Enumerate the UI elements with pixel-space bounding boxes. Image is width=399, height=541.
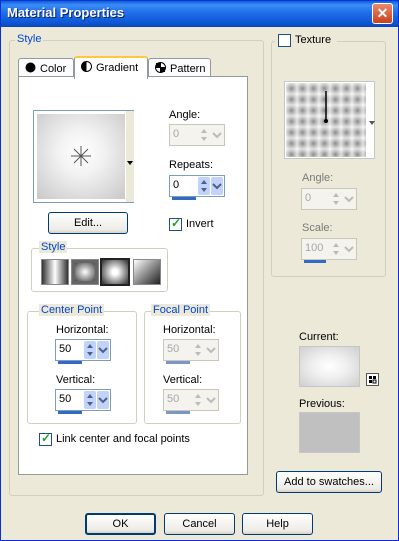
- texture-scale-dropdown-icon[interactable]: [343, 240, 355, 258]
- link-points-checkbox[interactable]: ✓: [39, 431, 52, 446]
- center-horizontal-arrows-icon[interactable]: [84, 341, 96, 359]
- texture-checkbox[interactable]: [278, 34, 291, 47]
- current-material-swatch: [299, 346, 360, 387]
- sunburst-style-icon[interactable]: [100, 258, 130, 286]
- repeats-level-bar: [172, 197, 196, 200]
- linear-style-icon[interactable]: [41, 259, 69, 285]
- center-vertical-spinner[interactable]: 50: [55, 389, 111, 414]
- repeats-spinner[interactable]: 0: [169, 175, 225, 200]
- focal-horizontal-value: 50: [167, 343, 180, 355]
- texture-angle-arrows-icon[interactable]: [330, 190, 342, 208]
- cancel-button[interactable]: Cancel: [164, 513, 235, 535]
- gradient-preview[interactable]: [33, 110, 134, 203]
- focal-horizontal-level-bar: [166, 361, 190, 364]
- focal-horizontal-dropdown-icon[interactable]: [205, 341, 217, 359]
- angle-spinner[interactable]: 0: [169, 124, 225, 146]
- center-point-label: Center Point: [39, 304, 105, 316]
- repeats-value: 0: [173, 179, 180, 191]
- focal-vertical-label: Vertical:: [163, 374, 203, 386]
- gradient-style-label: Style: [39, 241, 68, 253]
- tab-gradient-label: Gradient: [96, 62, 139, 74]
- focal-point-label: Focal Point: [151, 304, 211, 316]
- focal-vertical-level-bar: [166, 411, 190, 414]
- angle-label: Angle:: [169, 109, 201, 121]
- center-vertical-arrows-icon[interactable]: [84, 391, 96, 409]
- center-vertical-label: Vertical:: [56, 374, 96, 386]
- focal-vertical-arrows-icon[interactable]: [192, 391, 204, 409]
- focal-horizontal-spinner[interactable]: 50: [163, 339, 219, 364]
- circle-icon: [25, 62, 36, 73]
- material-properties-dialog: Material Properties ✕ Style Color Gradie…: [0, 0, 399, 541]
- texture-label: Texture: [295, 34, 332, 46]
- repeats-spin-arrows-icon[interactable]: [198, 177, 210, 195]
- texture-scale-level-bar: [304, 260, 326, 263]
- style-group-label: Style: [15, 33, 44, 45]
- radial-style-icon[interactable]: [133, 259, 161, 285]
- center-vertical-value: 50: [59, 393, 72, 405]
- help-button[interactable]: Help: [242, 513, 313, 535]
- center-vertical-level-bar: [58, 411, 82, 414]
- title-bar[interactable]: Material Properties ✕: [1, 1, 398, 27]
- center-horizontal-level-bar: [58, 361, 82, 364]
- tab-gradient[interactable]: Gradient: [74, 56, 148, 79]
- angle-spin-arrows-icon[interactable]: [198, 126, 210, 144]
- current-label: Current:: [299, 331, 339, 343]
- texture-angle-spinner[interactable]: 0: [301, 188, 357, 210]
- tab-color-label: Color: [40, 63, 67, 75]
- angle-dropdown-icon[interactable]: [211, 126, 223, 144]
- gradient-tab-panel: Angle: 0 Repeats: 0 Edit... ✓ Invert Sty…: [18, 76, 248, 475]
- texture-scale-arrows-icon[interactable]: [330, 240, 342, 258]
- focal-vertical-value: 50: [167, 393, 180, 405]
- center-horizontal-dropdown-icon[interactable]: [97, 341, 109, 359]
- center-horizontal-spinner[interactable]: 50: [55, 339, 111, 364]
- angle-value: 0: [173, 128, 180, 140]
- focal-horizontal-label: Horizontal:: [163, 324, 216, 336]
- repeats-label: Repeats:: [169, 159, 214, 171]
- center-vertical-dropdown-icon[interactable]: [97, 391, 109, 409]
- texture-angle-needle-icon: [324, 91, 328, 123]
- gradient-preview-image: [37, 114, 125, 199]
- rectangular-style-icon[interactable]: [71, 259, 99, 285]
- add-to-swatches-button[interactable]: Add to swatches...: [276, 471, 382, 493]
- previous-material-swatch: [299, 412, 360, 453]
- texture-angle-value: 0: [305, 192, 312, 204]
- checkmark-icon: ✓: [41, 431, 52, 445]
- swap-materials-icon[interactable]: [366, 373, 379, 386]
- texture-dropdown-arrow-icon[interactable]: [368, 82, 376, 160]
- texture-angle-label: Angle:: [302, 172, 334, 184]
- ok-button[interactable]: OK: [85, 513, 156, 535]
- texture-angle-dropdown-icon[interactable]: [343, 190, 355, 208]
- half-circle-icon: [81, 61, 92, 72]
- close-button[interactable]: ✕: [372, 3, 393, 24]
- focal-vertical-dropdown-icon[interactable]: [205, 391, 217, 409]
- previous-label: Previous:: [299, 398, 345, 410]
- invert-label: Invert: [186, 218, 214, 230]
- texture-preview[interactable]: [284, 81, 375, 159]
- texture-scale-spinner[interactable]: 100: [301, 238, 357, 263]
- gradient-dropdown[interactable]: [126, 111, 134, 202]
- edit-gradient-button[interactable]: Edit...: [48, 212, 128, 234]
- center-horizontal-label: Horizontal:: [56, 324, 109, 336]
- texture-pattern-image: [286, 83, 366, 157]
- center-point-marker-icon: [71, 146, 91, 166]
- focal-vertical-spinner[interactable]: 50: [163, 389, 219, 414]
- focal-horizontal-arrows-icon[interactable]: [192, 341, 204, 359]
- checkmark-icon: ✓: [171, 216, 182, 230]
- pattern-icon: [155, 62, 166, 73]
- texture-scale-label: Scale:: [302, 222, 333, 234]
- invert-checkbox[interactable]: ✓: [169, 216, 182, 231]
- dropdown-arrow-icon: [127, 161, 133, 165]
- center-horizontal-value: 50: [59, 343, 72, 355]
- repeats-dropdown-icon[interactable]: [211, 177, 223, 195]
- texture-scale-value: 100: [305, 242, 324, 254]
- window-title: Material Properties: [7, 5, 125, 20]
- tab-pattern-label: Pattern: [170, 63, 206, 75]
- link-points-label: Link center and focal points: [56, 433, 190, 445]
